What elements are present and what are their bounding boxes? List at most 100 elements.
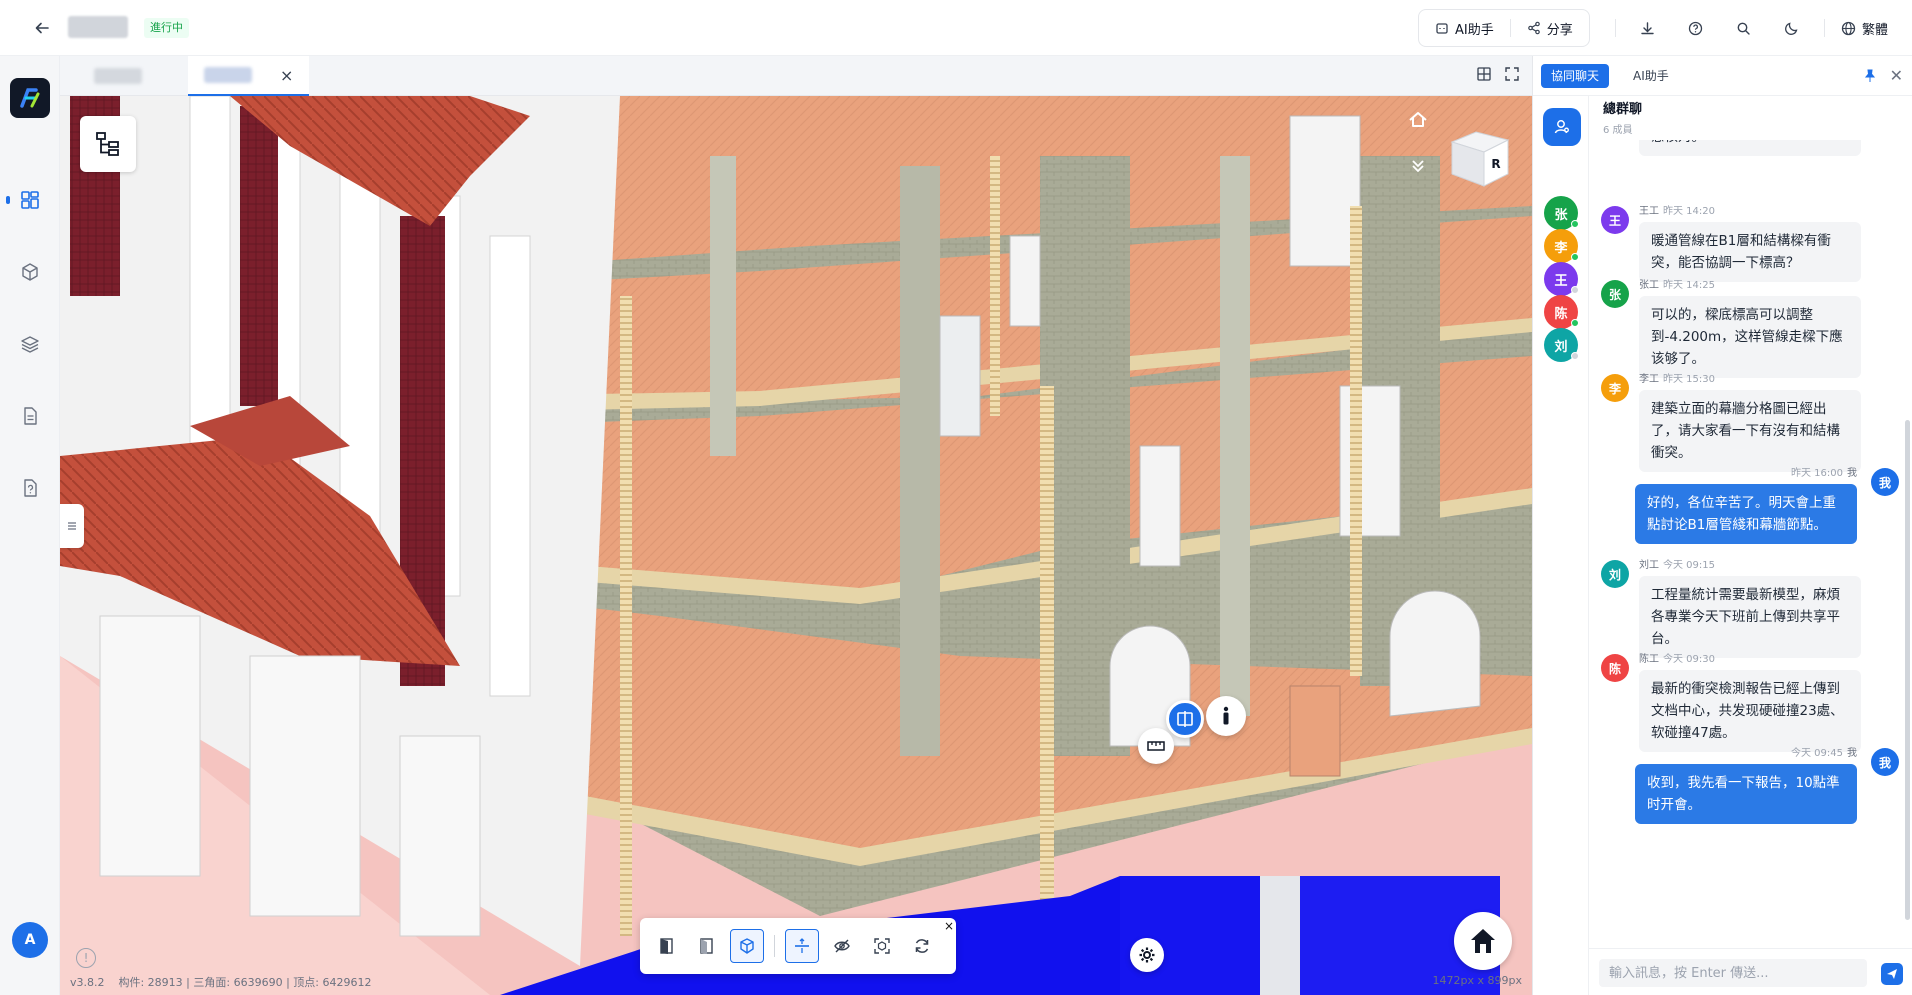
globe-icon <box>1841 21 1856 35</box>
viewer-toolbar: × <box>640 918 956 974</box>
tab-model-2[interactable]: × <box>188 56 310 96</box>
sender-name: 我 <box>1847 468 1857 479</box>
message-input[interactable] <box>1599 959 1867 987</box>
member-initial: 李 <box>1554 240 1568 256</box>
list-icon <box>68 522 76 530</box>
view-cube-face-label: R <box>1491 157 1500 171</box>
sender-avatar[interactable]: 刘 <box>1601 560 1629 588</box>
app-logo[interactable] <box>10 78 50 118</box>
settings-button[interactable] <box>1130 938 1164 972</box>
section-icon <box>1177 711 1193 727</box>
sender-name: 刘工 <box>1639 560 1659 571</box>
door-open-tool[interactable] <box>650 929 684 963</box>
section-plane-tool[interactable] <box>785 929 819 963</box>
message-list[interactable]: 意核对。王王工昨天 14:20 暖通管線在B1層和結構樑有衝突，能否協調一下標高？… <box>1589 140 1912 936</box>
pin-icon <box>1864 69 1876 82</box>
logo-icon <box>20 88 40 108</box>
search-button[interactable] <box>1720 12 1768 44</box>
message-time: 昨天 16:00 <box>1791 468 1843 479</box>
pin-button[interactable] <box>1863 68 1877 87</box>
collaboration-panel: 協同聊天 AI助手 ✕ 张李王陈刘 總群聊 6 成員 意核对。王王工昨天 14:… <box>1532 56 1912 995</box>
focus-tool[interactable] <box>865 929 899 963</box>
ruler-icon <box>1147 741 1165 751</box>
model-tree-button[interactable] <box>80 116 136 172</box>
fullscreen-icon[interactable] <box>1504 66 1520 82</box>
share-label: 分享 <box>1546 22 1573 38</box>
walk-mode-button[interactable] <box>1206 696 1246 736</box>
member-avatar[interactable]: 王 <box>1544 262 1579 296</box>
reset-view-button[interactable] <box>1404 106 1432 134</box>
sender-avatar[interactable]: 王 <box>1601 206 1629 234</box>
send-icon <box>1887 969 1897 979</box>
sidebar-item-help-docs[interactable] <box>0 464 60 512</box>
isolate-tool[interactable] <box>730 929 764 963</box>
tab-ai-assistant[interactable]: AI助手 <box>1623 64 1679 88</box>
door-icon <box>660 938 673 954</box>
message-bubble: 可以的，樑底標高可以調整到-4.200m，这样管線走樑下應该够了。 <box>1639 296 1861 378</box>
person-icon <box>1223 706 1229 725</box>
message-meta: 昨天 16:00 我 <box>1787 464 1857 479</box>
sidebar-item-documents[interactable] <box>0 392 60 440</box>
message-time: 今天 09:15 <box>1663 560 1715 571</box>
member-avatar[interactable]: 张 <box>1544 196 1579 230</box>
member-avatar[interactable]: 刘 <box>1544 328 1579 362</box>
scrollbar[interactable] <box>1905 420 1910 920</box>
language-switch[interactable]: 繁體 <box>1833 19 1896 38</box>
user-avatar[interactable]: A <box>12 922 48 958</box>
sidebar-item-dashboard[interactable] <box>0 176 60 224</box>
close-tab-button[interactable]: × <box>280 66 293 85</box>
view-cube[interactable]: R <box>1448 124 1512 188</box>
home-icon <box>1471 929 1495 953</box>
sender-avatar[interactable]: 张 <box>1601 280 1629 308</box>
send-button[interactable] <box>1881 963 1903 985</box>
message-meta: 王工 昨天 14:20 <box>1639 202 1715 217</box>
sender-avatar[interactable]: 我 <box>1871 748 1899 776</box>
side-panel-toggle[interactable] <box>60 504 84 548</box>
message-meta: 李工 昨天 15:30 <box>1639 370 1715 385</box>
sidebar-item-layers[interactable] <box>0 320 60 368</box>
message-meta: 张工 昨天 14:25 <box>1639 276 1715 291</box>
tab-tools <box>1476 66 1520 82</box>
message-meta: 今天 09:45 我 <box>1787 744 1857 759</box>
member-avatar[interactable]: 李 <box>1544 229 1579 263</box>
search-icon <box>1738 22 1751 35</box>
member-avatar[interactable]: 陈 <box>1544 295 1579 329</box>
tree-structure-icon <box>96 132 119 156</box>
split-view-icon[interactable] <box>1476 66 1492 82</box>
close-toolbar-button[interactable]: × <box>944 920 954 932</box>
close-panel-button[interactable]: ✕ <box>1890 66 1903 85</box>
top-bar: 進行中 AI助手 分享 繁體 <box>0 0 1912 56</box>
tab-title-redacted <box>94 68 142 84</box>
presence-dot <box>1571 220 1579 228</box>
presence-dot <box>1571 253 1579 261</box>
measure-button[interactable] <box>1138 728 1174 764</box>
theme-toggle-button[interactable] <box>1768 12 1816 44</box>
eye-off-icon <box>834 939 850 953</box>
back-button[interactable] <box>28 14 56 42</box>
sender-avatar[interactable]: 陈 <box>1601 654 1629 682</box>
user-search-icon <box>1554 120 1569 134</box>
reset-tool[interactable] <box>905 929 939 963</box>
members-button[interactable] <box>1543 108 1581 146</box>
ai-assistant-button[interactable]: AI助手 <box>1419 10 1510 46</box>
divider <box>1823 19 1825 37</box>
section-box-button[interactable] <box>1166 700 1204 738</box>
sender-avatar[interactable]: 李 <box>1601 374 1629 402</box>
share-button[interactable]: 分享 <box>1511 10 1589 46</box>
tab-collab-chat[interactable]: 協同聊天 <box>1541 64 1610 88</box>
document-tabs: × <box>60 56 1532 96</box>
collapse-nav-button[interactable] <box>1404 152 1432 180</box>
message-time: 昨天 14:25 <box>1663 280 1715 291</box>
home-view-button[interactable] <box>1454 912 1512 970</box>
download-button[interactable] <box>1624 12 1672 44</box>
door-tool[interactable] <box>690 929 724 963</box>
sender-name: 我 <box>1847 748 1857 759</box>
info-icon[interactable]: ! <box>76 948 96 968</box>
hide-tool[interactable] <box>825 929 859 963</box>
tab-model-1[interactable] <box>78 56 158 96</box>
message-time: 今天 09:30 <box>1663 654 1715 665</box>
model-viewer[interactable]: R × ! v3.8.2 构件: 28913 | 三角面: 6639690 | … <box>60 96 1532 995</box>
help-button[interactable] <box>1672 12 1720 44</box>
sender-avatar[interactable]: 我 <box>1871 468 1899 496</box>
sidebar-item-models[interactable] <box>0 248 60 296</box>
